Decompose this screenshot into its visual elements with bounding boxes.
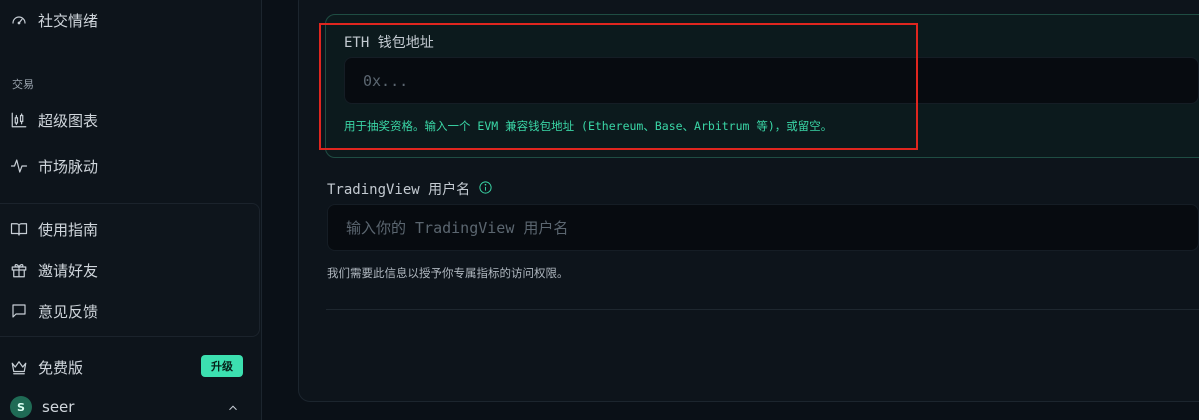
- sidebar-item-market-pulse[interactable]: 市场脉动: [10, 151, 98, 181]
- upgrade-button[interactable]: 升级: [201, 355, 243, 377]
- sidebar: 社交情绪 交易 超级图表 市场脉动 使用指南 邀请好友 意见反馈 免费版 升级 …: [0, 0, 262, 420]
- sidebar-item-label: 使用指南: [38, 220, 99, 239]
- sidebar-item-feedback[interactable]: 意见反馈: [10, 296, 98, 326]
- eth-wallet-input[interactable]: 0x...: [344, 57, 1199, 104]
- sidebar-item-label: 社交情绪: [38, 11, 99, 30]
- gauge-icon: [10, 11, 28, 29]
- tradingview-hint: 我们需要此信息以授予你专属指标的访问权限。: [327, 266, 569, 280]
- sidebar-item-invite[interactable]: 邀请好友: [10, 255, 98, 285]
- avatar: S: [10, 396, 32, 418]
- divider: [326, 309, 1199, 310]
- eth-wallet-hint: 用于抽奖资格。输入一个 EVM 兼容钱包地址 (Ethereum、Base、Ar…: [344, 119, 833, 133]
- gift-icon: [10, 261, 28, 279]
- candlestick-chart-icon: [10, 111, 28, 129]
- crown-icon: [10, 358, 28, 376]
- sidebar-item-label: 邀请好友: [38, 261, 99, 280]
- sidebar-item-label: 市场脉动: [38, 157, 99, 176]
- tradingview-placeholder: 输入你的 TradingView 用户名: [346, 219, 569, 237]
- plan-indicator: 免费版: [10, 352, 83, 382]
- eth-wallet-label-text: ETH 钱包地址: [344, 35, 434, 51]
- user-name: seer: [42, 398, 75, 416]
- user-menu[interactable]: S seer: [10, 396, 74, 418]
- chevron-up-icon[interactable]: [226, 400, 240, 414]
- sidebar-item-label: 意见反馈: [38, 302, 99, 321]
- info-icon[interactable]: [478, 180, 493, 199]
- eth-wallet-placeholder: 0x...: [363, 71, 409, 90]
- pulse-icon: [10, 157, 28, 175]
- section-label-trade: 交易: [12, 78, 34, 91]
- message-icon: [10, 302, 28, 320]
- plan-label: 免费版: [38, 358, 84, 377]
- tradingview-username-input[interactable]: 输入你的 TradingView 用户名: [327, 204, 1199, 251]
- tradingview-label: TradingView 用户名: [327, 179, 493, 199]
- sidebar-item-super-chart[interactable]: 超级图表: [10, 105, 98, 135]
- book-icon: [10, 220, 28, 238]
- sidebar-item-guide[interactable]: 使用指南: [10, 214, 98, 244]
- tradingview-label-text: TradingView 用户名: [327, 182, 471, 198]
- sidebar-item-social-sentiment[interactable]: 社交情绪: [10, 5, 98, 35]
- sidebar-item-label: 超级图表: [38, 111, 99, 130]
- eth-wallet-label: ETH 钱包地址: [344, 32, 434, 52]
